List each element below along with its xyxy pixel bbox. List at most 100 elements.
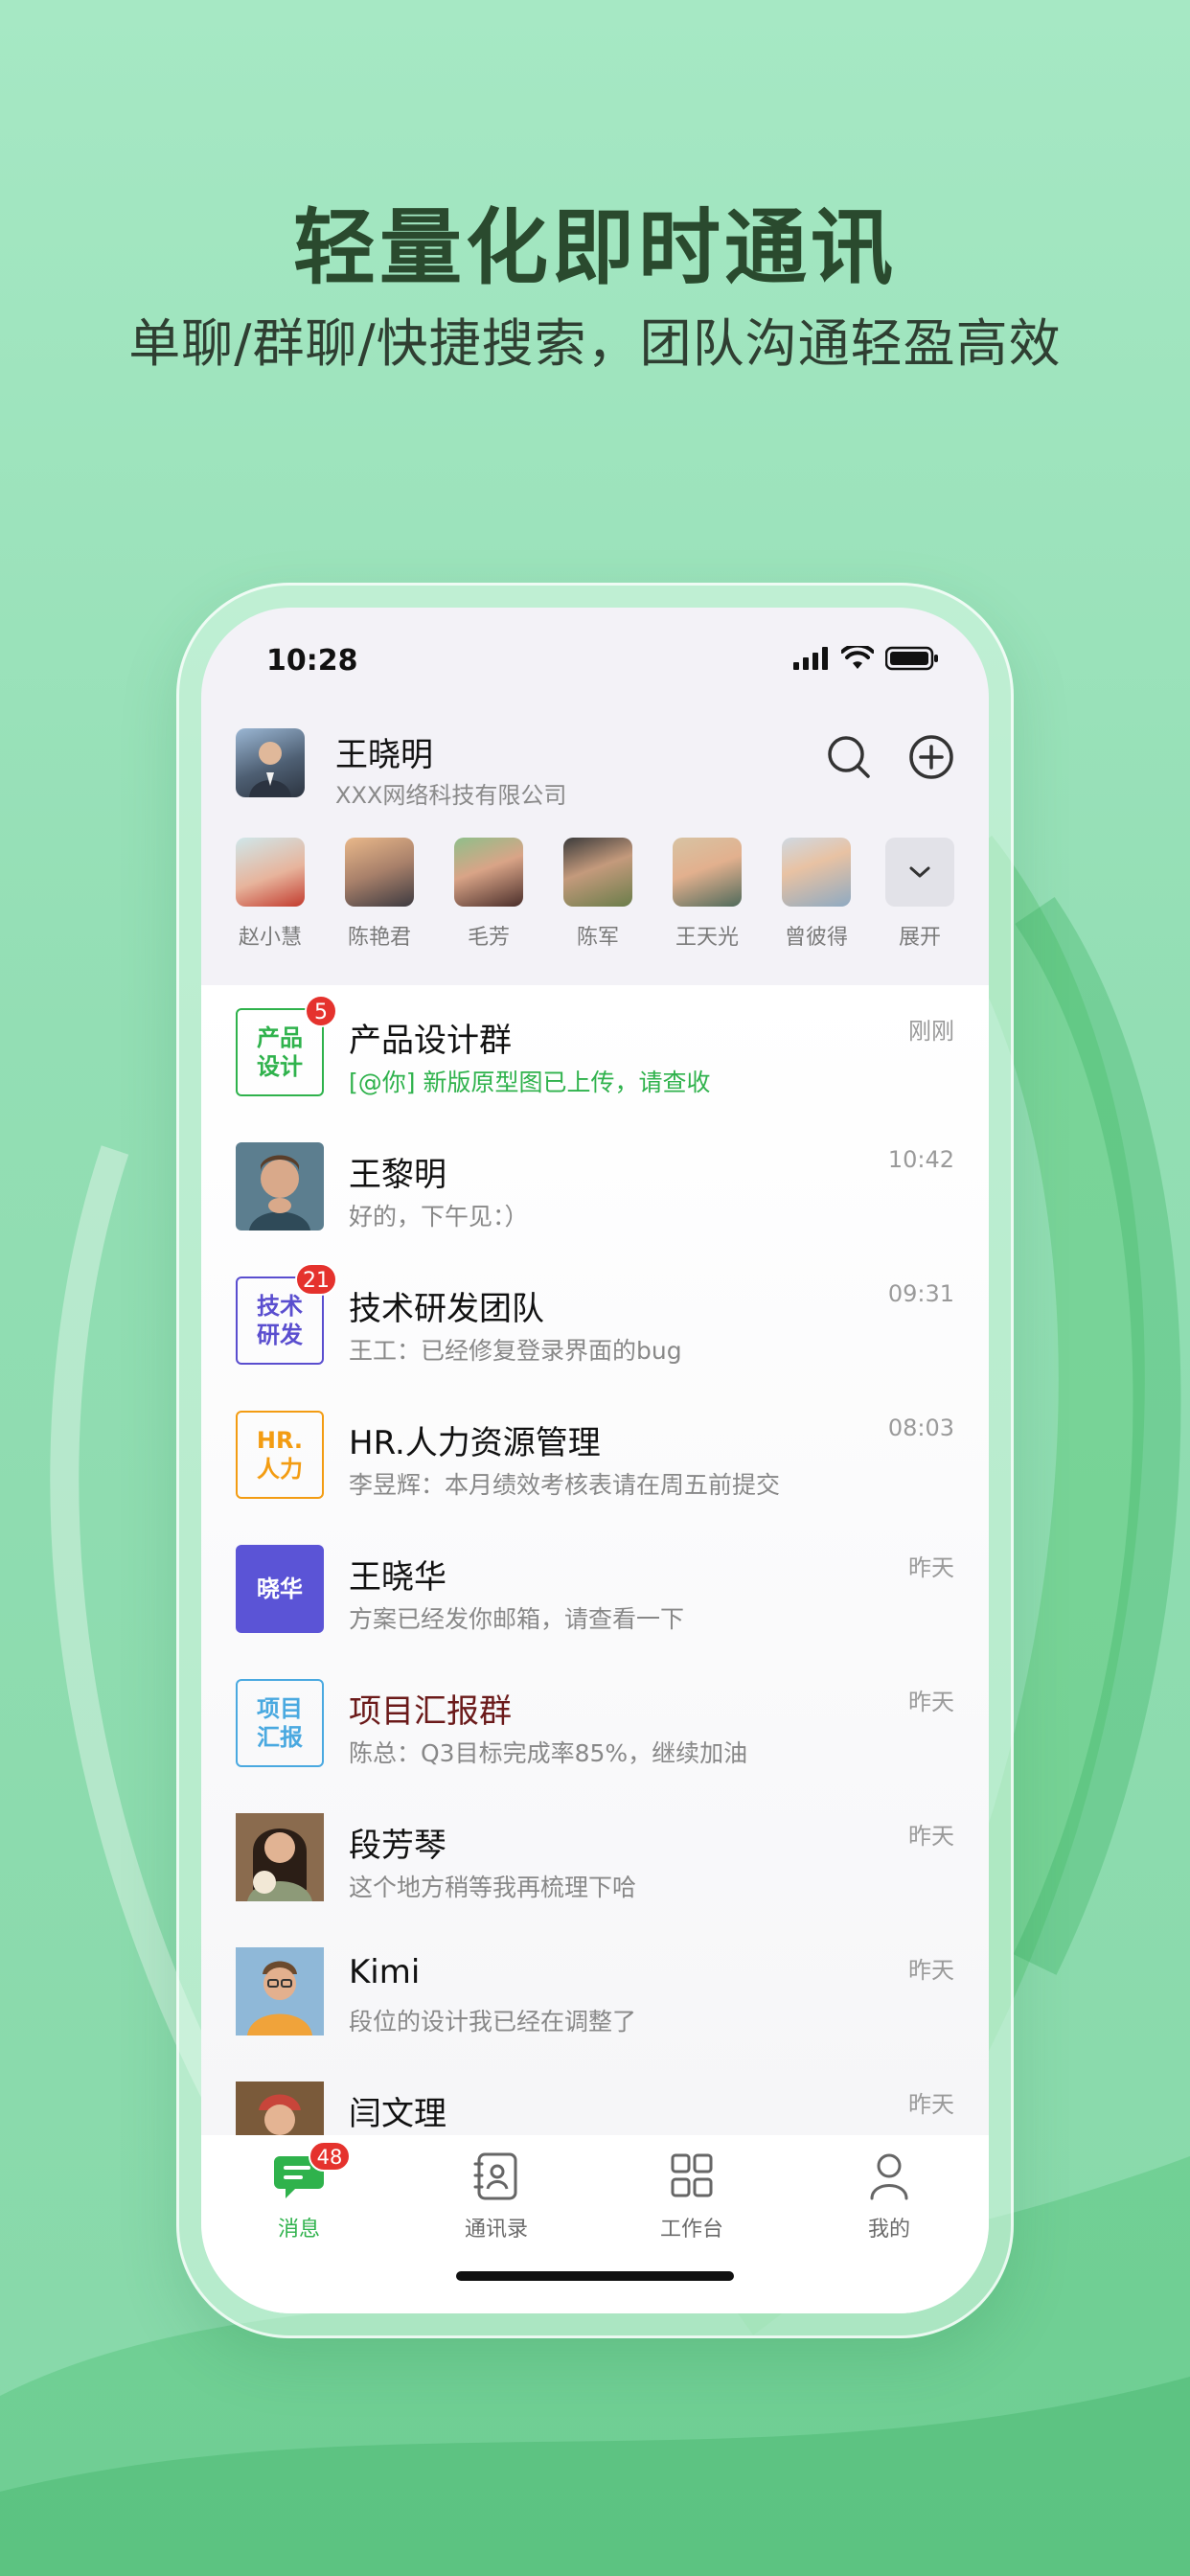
chat-preview: [@你] 新版原型图已上传，请查收 <box>349 1069 711 1096</box>
chat-time: 10:42 <box>887 1146 954 1173</box>
wifi-icon <box>841 646 874 669</box>
contact-avatar <box>236 838 305 907</box>
status-bar: 10:28 <box>201 608 989 713</box>
tab-icon-wrap <box>468 2150 525 2202</box>
contact-name: 毛芳 <box>467 926 510 950</box>
frequent-contacts: 赵小慧 陈艳君 毛芳 陈军 王天光 曾彼得 展开 <box>201 838 989 962</box>
tab-icon-wrap <box>860 2150 918 2202</box>
chat-item-wang-liming[interactable]: 王黎明 好的，下午见：） 10:42 <box>201 1119 989 1254</box>
contact-name: 王天光 <box>675 926 739 950</box>
chat-title: 项目汇报群 <box>349 1692 512 1731</box>
group-avatar: 产品 设计 5 <box>236 995 337 1096</box>
user-icon <box>870 2153 908 2200</box>
contact-name: 曾彼得 <box>784 926 848 950</box>
tab-unread-badge: 48 <box>309 2141 351 2172</box>
chat-item-project-report[interactable]: 项目 汇报 项目汇报群 陈总：Q3目标完成率85%，继续加油 昨天 <box>201 1656 989 1790</box>
chat-preview: 好的，下午见：） <box>349 1203 529 1230</box>
avatar[interactable] <box>236 728 305 797</box>
chat-item-yan-wenli[interactable]: 闫文理 昨天 <box>201 2058 989 2135</box>
chat-title: 产品设计群 <box>349 1022 512 1060</box>
tab-label: 通讯录 <box>464 2218 528 2242</box>
hero-subtitle: 单聊/群聊/快捷搜索，团队沟通轻盈高效 <box>128 313 1062 374</box>
tab-messages[interactable]: 48 消息 <box>241 2141 356 2242</box>
avatar-photo <box>236 1813 324 1901</box>
chat-item-product-design[interactable]: 产品 设计 5 产品设计群 [@你] 新版原型图已上传，请查收 刚刚 <box>201 985 989 1119</box>
signal-icon <box>793 647 828 670</box>
chat-preview: 王工：已经修复登录界面的bug <box>349 1337 682 1365</box>
contact-avatar <box>236 2082 324 2135</box>
phone-screen: 10:28 王晓明 XXX网络科技有限公司 赵小慧 陈艳君 毛芳 陈军 王天光 … <box>201 608 989 2313</box>
contact-avatar <box>236 1142 324 1230</box>
add-icon[interactable] <box>904 730 958 784</box>
chat-item-hr[interactable]: HR. 人力 HR.人力资源管理 李昱辉：本月绩效考核表请在周五前提交 08:0… <box>201 1388 989 1522</box>
user-name: 王晓明 <box>335 736 433 774</box>
group-avatar: 技术 研发 21 <box>236 1263 337 1365</box>
avatar-photo <box>236 1142 324 1230</box>
avatar-photo <box>249 742 291 797</box>
contact-avatar <box>782 838 851 907</box>
chat-preview: 陈总：Q3目标完成率85%，继续加油 <box>349 1739 748 1767</box>
tab-icon-wrap: 48 <box>270 2141 351 2202</box>
contact-item[interactable]: 王天光 <box>659 838 755 951</box>
chat-title: 段芳琴 <box>349 1827 446 1865</box>
chat-time: 昨天 <box>908 1823 954 1850</box>
contact-item[interactable]: 赵小慧 <box>222 838 318 951</box>
contact-avatar <box>454 838 523 907</box>
chat-time: 09:31 <box>887 1280 954 1307</box>
chat-item-duan-fangqin[interactable]: 段芳琴 这个地方稍等我再梳理下哈 昨天 <box>201 1790 989 1924</box>
chat-title: 闫文理 <box>349 2095 446 2133</box>
contact-item[interactable]: 陈军 <box>550 838 646 951</box>
expand-button[interactable]: 展开 <box>872 838 968 951</box>
contacts-icon <box>473 2152 517 2200</box>
chat-preview: 方案已经发你邮箱，请查看一下 <box>349 1605 685 1633</box>
contact-name: 陈艳君 <box>347 926 411 950</box>
status-time: 10:28 <box>266 644 358 678</box>
bottom-tab-bar: 48 消息 通讯录 工作台 我的 <box>201 2135 989 2313</box>
contact-avatar <box>673 838 742 907</box>
chat-item-tech-rd[interactable]: 技术 研发 21 技术研发团队 王工：已经修复登录界面的bug 09:31 <box>201 1254 989 1388</box>
avatar-photo <box>236 1947 324 2036</box>
chat-title: HR.人力资源管理 <box>349 1424 601 1462</box>
chat-preview: 李昱辉：本月绩效考核表请在周五前提交 <box>349 1471 781 1499</box>
contact-item[interactable]: 毛芳 <box>441 838 537 951</box>
group-avatar: 项目 汇报 <box>236 1679 324 1767</box>
chat-time: 昨天 <box>908 1957 954 1984</box>
tab-label: 工作台 <box>659 2218 723 2242</box>
search-icon[interactable] <box>822 730 876 784</box>
contact-avatar <box>563 838 632 907</box>
contact-avatar <box>236 1813 324 1901</box>
unread-badge: 5 <box>305 995 337 1027</box>
chat-time: 昨天 <box>908 1554 954 1581</box>
chat-preview: 段位的设计我已经在调整了 <box>349 2008 637 2036</box>
tab-me[interactable]: 我的 <box>832 2150 947 2242</box>
unread-badge: 21 <box>295 1263 337 1296</box>
contact-item[interactable]: 陈艳君 <box>332 838 427 951</box>
expand-label: 展开 <box>898 926 941 950</box>
contact-name: 赵小慧 <box>238 926 302 950</box>
chat-time: 08:03 <box>887 1414 954 1441</box>
workbench-icon <box>671 2153 713 2197</box>
chat-title: 技术研发团队 <box>349 1290 544 1328</box>
tab-label: 消息 <box>277 2218 320 2242</box>
contact-item[interactable]: 曾彼得 <box>768 838 864 951</box>
home-indicator <box>456 2271 734 2281</box>
contact-name: 陈军 <box>576 926 619 950</box>
chevron-down-icon <box>909 866 930 878</box>
chat-title: 王黎明 <box>349 1156 446 1194</box>
hero-title: 轻量化即时通讯 <box>293 200 897 296</box>
expand-box <box>885 838 954 907</box>
chat-item-wang-xiaohua[interactable]: 晓华 王晓华 方案已经发你邮箱，请查看一下 昨天 <box>201 1522 989 1656</box>
chat-list: 产品 设计 5 产品设计群 [@你] 新版原型图已上传，请查收 刚刚 王黎明 好… <box>201 985 989 2135</box>
chat-time: 昨天 <box>908 1689 954 1715</box>
chat-item-kimi[interactable]: Kimi 段位的设计我已经在调整了 昨天 <box>201 1924 989 2058</box>
tab-contacts[interactable]: 通讯录 <box>439 2150 554 2242</box>
group-avatar: HR. 人力 <box>236 1411 324 1499</box>
contact-avatar <box>236 1947 324 2036</box>
avatar-text: 项目 汇报 <box>236 1679 324 1767</box>
chat-preview: 这个地方稍等我再梳理下哈 <box>349 1874 637 1901</box>
chat-title: Kimi <box>349 1953 421 1991</box>
tab-workbench[interactable]: 工作台 <box>634 2150 749 2242</box>
tab-icon-wrap <box>663 2150 721 2202</box>
avatar-text: HR. 人力 <box>236 1411 324 1499</box>
avatar-photo <box>236 2082 324 2135</box>
